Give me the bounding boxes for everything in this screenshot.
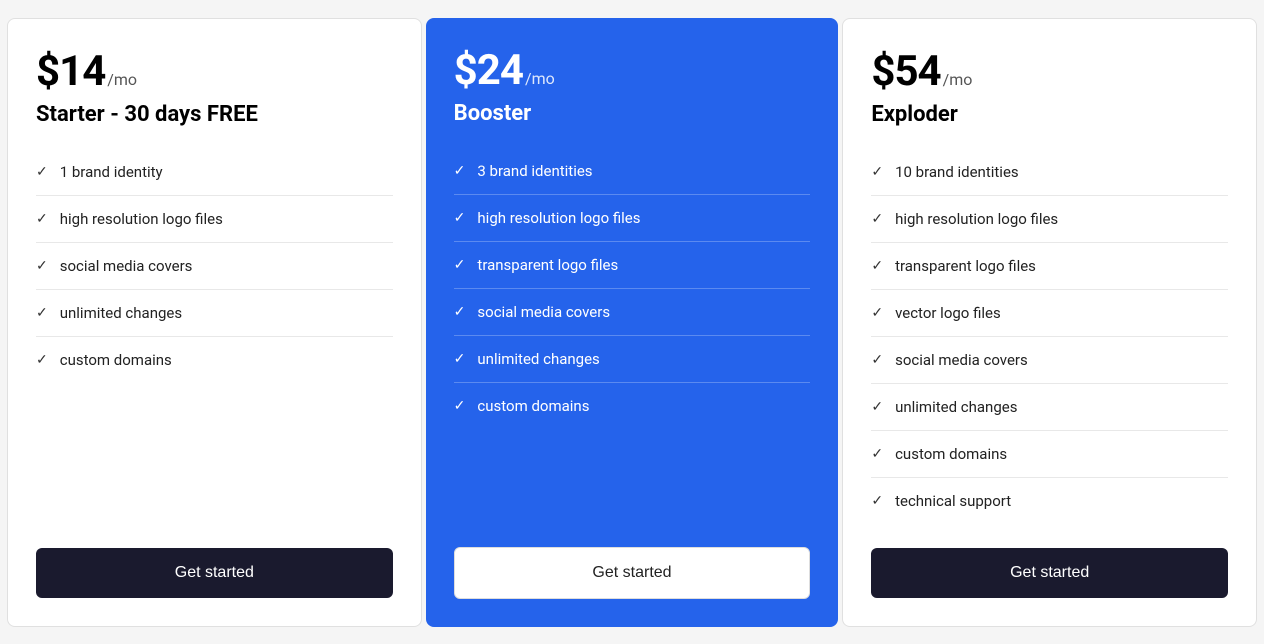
check-icon: ✓ [454,163,466,179]
check-icon: ✓ [871,164,883,180]
feature-item: ✓ high resolution logo files [871,196,1228,243]
features-list: ✓ 3 brand identities ✓ high resolution logo… [454,148,811,523]
get-started-button-booster[interactable]: Get started [454,547,811,599]
check-icon: ✓ [454,257,466,273]
check-icon: ✓ [454,398,466,414]
feature-item: ✓ high resolution logo files [36,196,393,243]
feature-item: ✓ transparent logo files [871,243,1228,290]
feature-text: unlimited changes [477,350,599,368]
feature-text: technical support [895,492,1011,510]
feature-item: ✓ vector logo files [871,290,1228,337]
feature-item: ✓ social media covers [454,289,811,336]
feature-text: custom domains [60,351,172,369]
feature-text: social media covers [60,257,193,275]
pricing-card-booster: $24/mo Booster ✓ 3 brand identities ✓ high re… [426,18,839,627]
get-started-button-exploder[interactable]: Get started [871,548,1228,598]
check-icon: ✓ [871,493,883,509]
feature-text: high resolution logo files [895,210,1058,228]
feature-text: vector logo files [895,304,1001,322]
pricing-container: $14/mo Starter - 30 days FREE ✓ 1 brand ide… [0,8,1264,637]
check-icon: ✓ [36,211,48,227]
feature-text: transparent logo files [477,256,618,274]
feature-item: ✓ custom domains [36,337,393,383]
pricing-card-exploder: $54/mo Exploder ✓ 10 brand identities ✓ high … [842,18,1257,627]
features-list: ✓ 1 brand identity ✓ high resolution logo f… [36,149,393,524]
feature-text: high resolution logo files [60,210,223,228]
feature-item: ✓ technical support [871,478,1228,524]
price-amount: $54 [871,47,940,96]
features-list: ✓ 10 brand identities ✓ high resolution log… [871,149,1228,524]
check-icon: ✓ [871,211,883,227]
plan-name: Exploder [871,102,1228,127]
feature-item: ✓ social media covers [871,337,1228,384]
feature-text: social media covers [895,351,1028,369]
price-amount: $24 [454,46,523,95]
feature-item: ✓ unlimited changes [454,336,811,383]
feature-text: custom domains [477,397,589,415]
feature-item: ✓ unlimited changes [871,384,1228,431]
price-per: /mo [525,69,555,88]
check-icon: ✓ [871,446,883,462]
feature-item: ✓ transparent logo files [454,242,811,289]
pricing-card-starter: $14/mo Starter - 30 days FREE ✓ 1 brand ide… [7,18,422,627]
check-icon: ✓ [454,351,466,367]
check-icon: ✓ [871,352,883,368]
check-icon: ✓ [871,305,883,321]
check-icon: ✓ [36,352,48,368]
check-icon: ✓ [36,305,48,321]
feature-text: 1 brand identity [60,163,163,181]
price-per: /mo [943,70,973,89]
feature-item: ✓ custom domains [454,383,811,429]
feature-item: ✓ high resolution logo files [454,195,811,242]
check-icon: ✓ [871,399,883,415]
feature-text: unlimited changes [60,304,182,322]
feature-item: ✓ 10 brand identities [871,149,1228,196]
check-icon: ✓ [871,258,883,274]
check-icon: ✓ [36,258,48,274]
price-row: $24/mo [454,46,811,95]
feature-text: high resolution logo files [477,209,640,227]
plan-name: Starter - 30 days FREE [36,102,393,127]
check-icon: ✓ [454,304,466,320]
price-row: $14/mo [36,47,393,96]
price-per: /mo [107,70,137,89]
feature-text: custom domains [895,445,1007,463]
feature-text: transparent logo files [895,257,1036,275]
check-icon: ✓ [36,164,48,180]
feature-item: ✓ custom domains [871,431,1228,478]
feature-item: ✓ 1 brand identity [36,149,393,196]
price-amount: $14 [36,47,105,96]
check-icon: ✓ [454,210,466,226]
feature-item: ✓ social media covers [36,243,393,290]
get-started-button-starter[interactable]: Get started [36,548,393,598]
feature-item: ✓ 3 brand identities [454,148,811,195]
feature-text: social media covers [477,303,610,321]
feature-text: unlimited changes [895,398,1017,416]
price-row: $54/mo [871,47,1228,96]
feature-item: ✓ unlimited changes [36,290,393,337]
feature-text: 3 brand identities [477,162,592,180]
feature-text: 10 brand identities [895,163,1019,181]
plan-name: Booster [454,101,811,126]
